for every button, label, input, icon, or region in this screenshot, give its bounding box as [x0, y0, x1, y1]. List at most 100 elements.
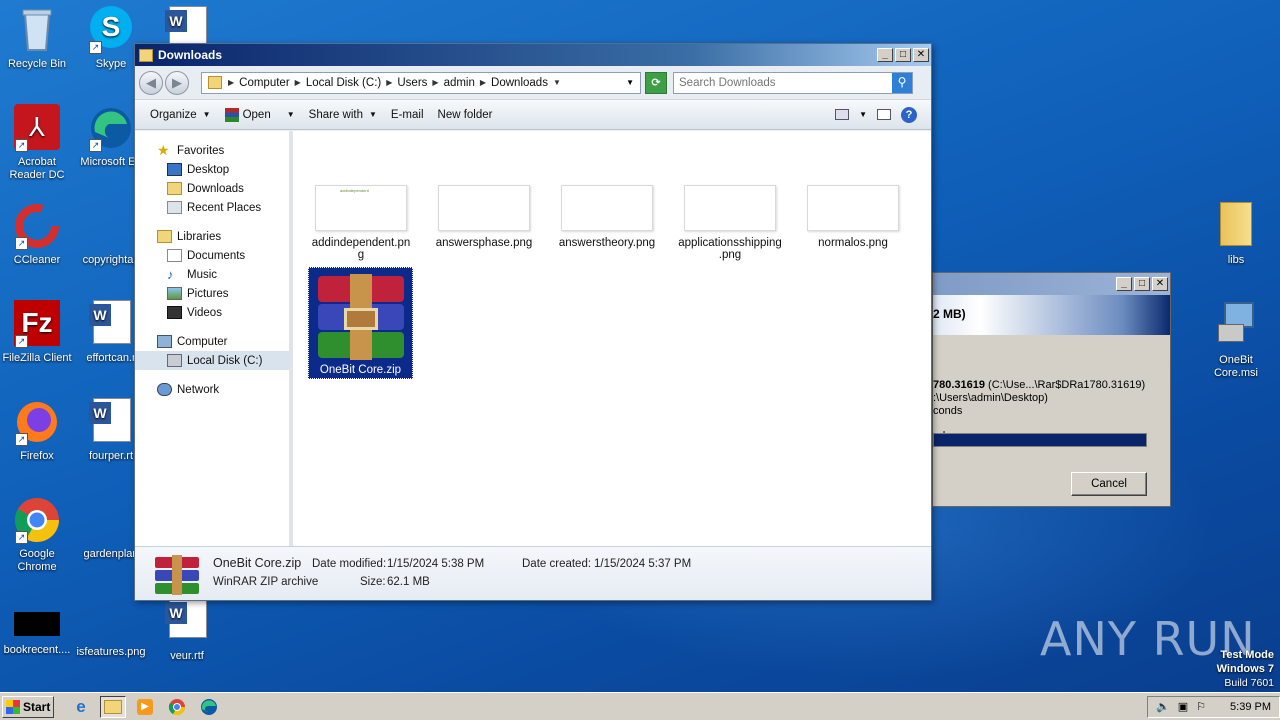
- chevron-right-icon: ▶: [432, 78, 439, 87]
- file-name: answerstheory.png: [558, 237, 656, 249]
- system-tray: 🔈 ▣ ⚐ 5:39 PM: [1147, 695, 1280, 718]
- breadcrumb-local-disk[interactable]: Local Disk (C:): [303, 77, 384, 89]
- desktop-icon-veur[interactable]: W veur.rtf: [150, 598, 224, 663]
- desktop-icon-filezilla[interactable]: Fz ↗ FileZilla Client: [0, 300, 74, 365]
- word-doc-icon: W: [163, 598, 211, 646]
- winrar-archive-icon: [314, 274, 408, 360]
- clock[interactable]: 5:39 PM: [1230, 701, 1271, 713]
- maximize-button[interactable]: □: [895, 48, 911, 62]
- dialog-progress-fill: [934, 434, 1146, 446]
- file-name: normalos.png: [818, 237, 888, 249]
- dialog-time-line: conds: [933, 405, 963, 417]
- dialog-archive-line: 780.31619 (C:\Use...\Rar$DRa1780.31619): [933, 379, 1170, 392]
- minimize-button[interactable]: _: [877, 48, 893, 62]
- desktop-icon-recycle-bin[interactable]: Recycle Bin: [0, 6, 74, 71]
- start-button[interactable]: Start: [2, 695, 54, 718]
- nav-label: Favorites: [177, 144, 225, 157]
- desktop-icon-libs[interactable]: libs: [1199, 202, 1273, 267]
- open-label: Open: [242, 108, 271, 121]
- nav-pictures[interactable]: Pictures: [135, 284, 289, 303]
- desktop-icon-firefox[interactable]: ↗ Firefox: [0, 398, 74, 463]
- nav-network[interactable]: Network: [135, 380, 289, 399]
- nav-videos[interactable]: Videos: [135, 303, 289, 322]
- back-button[interactable]: ◀: [139, 70, 163, 95]
- help-icon[interactable]: ?: [901, 106, 917, 123]
- window-titlebar[interactable]: Downloads _ □ ✕: [135, 44, 931, 66]
- taskbar-edge[interactable]: [196, 696, 222, 718]
- new-folder-button[interactable]: New folder: [431, 109, 500, 121]
- details-created-value: 1/15/2024 5:37 PM: [594, 558, 692, 570]
- taskbar-media-player[interactable]: ▶: [132, 696, 158, 718]
- pictures-icon: [167, 287, 182, 300]
- command-bar: Organize ▼ Open ▼ Share with ▼ E-mail New f…: [135, 100, 931, 130]
- file-item[interactable]: answersphase.png: [430, 185, 538, 249]
- taskbar-ie[interactable]: e: [68, 696, 94, 718]
- winrar-icon: [224, 107, 239, 122]
- breadcrumb-computer[interactable]: Computer: [236, 77, 293, 89]
- nav-recent-places[interactable]: Recent Places: [135, 198, 289, 217]
- test-mode-notice: Test Mode Windows 7 Build 7601: [1217, 648, 1274, 690]
- nav-libraries[interactable]: Libraries: [135, 227, 289, 246]
- desktop-icon-isfeatures[interactable]: isfeatures.png: [74, 594, 148, 659]
- dialog-maximize-button[interactable]: □: [1134, 277, 1150, 291]
- search-icon[interactable]: ⚲: [892, 72, 912, 93]
- nav-favorites[interactable]: ★ Favorites: [135, 141, 289, 160]
- refresh-button[interactable]: ⟳: [645, 71, 667, 94]
- chevron-right-icon: ▶: [386, 78, 393, 87]
- breadcrumb-downloads[interactable]: Downloads: [488, 77, 551, 89]
- details-filename: OneBit Core.zip: [213, 556, 302, 570]
- file-name: OneBit Core.zip: [319, 364, 402, 376]
- view-icon[interactable]: [835, 109, 850, 120]
- cancel-button[interactable]: Cancel: [1071, 472, 1147, 496]
- nav-downloads[interactable]: Downloads: [135, 179, 289, 198]
- file-item[interactable]: applicationsshipping .png: [676, 185, 784, 261]
- search-box[interactable]: ⚲: [673, 71, 913, 94]
- desktop-icon-chrome[interactable]: ↗ Google Chrome: [0, 496, 74, 574]
- breadcrumb-users[interactable]: Users: [394, 77, 430, 89]
- desktop-icon-label: CCleaner: [13, 254, 61, 266]
- network-icon: [157, 383, 172, 396]
- volume-icon[interactable]: 🔈: [1156, 700, 1170, 713]
- nav-computer[interactable]: Computer: [135, 332, 289, 351]
- chevron-down-icon[interactable]: ▼: [551, 78, 563, 87]
- breadcrumb-admin[interactable]: admin: [441, 77, 478, 89]
- share-with-button[interactable]: Share with ▼: [302, 109, 384, 121]
- nav-music[interactable]: ♪ Music: [135, 265, 289, 284]
- email-button[interactable]: E-mail: [384, 109, 431, 121]
- address-history-dropdown[interactable]: ▼: [620, 78, 640, 87]
- nav-label: Recent Places: [187, 201, 262, 214]
- chrome-icon: [168, 698, 186, 715]
- nav-documents[interactable]: Documents: [135, 246, 289, 265]
- dialog-minimize-button[interactable]: _: [1116, 277, 1132, 291]
- close-button[interactable]: ✕: [913, 48, 929, 62]
- open-button[interactable]: Open ▼: [218, 107, 302, 122]
- file-name: answersphase.png: [435, 237, 533, 249]
- file-item[interactable]: answerstheory.png: [553, 185, 661, 249]
- file-item[interactable]: normalos.png: [799, 185, 907, 249]
- hard-drive-icon: [167, 354, 182, 367]
- desktop-icon-bookrecent[interactable]: bookrecent....: [0, 612, 74, 657]
- desktop-icon-ccleaner[interactable]: ↗ CCleaner: [0, 202, 74, 267]
- recent-places-icon: [167, 201, 182, 214]
- desktop-icon-onebit-msi[interactable]: OneBit Core.msi: [1199, 300, 1273, 380]
- image-thumbnail: [684, 185, 776, 231]
- folder-icon: [1212, 202, 1260, 250]
- forward-button[interactable]: ▶: [165, 70, 189, 95]
- dialog-close-button[interactable]: ✕: [1152, 277, 1168, 291]
- address-bar[interactable]: ▶ Computer ▶ Local Disk (C:) ▶ Users ▶ a…: [201, 71, 641, 94]
- organize-button[interactable]: Organize ▼: [143, 109, 218, 121]
- action-center-flag-icon[interactable]: ⚐: [1196, 700, 1206, 713]
- preview-pane-icon[interactable]: [877, 109, 891, 120]
- search-input[interactable]: [674, 76, 892, 89]
- chevron-down-icon[interactable]: ▼: [859, 110, 867, 119]
- desktop-icon-acrobat[interactable]: ⅄ ↗ Acrobat Reader DC: [0, 104, 74, 182]
- explorer-window: Downloads _ □ ✕ ◀ ▶ ▶ Computer ▶ Local D…: [134, 43, 932, 601]
- taskbar-chrome[interactable]: [164, 696, 190, 718]
- file-item[interactable]: addindependent addindependent.pn g: [307, 185, 415, 261]
- file-item-selected[interactable]: OneBit Core.zip: [308, 267, 413, 379]
- installer-icon: [1212, 302, 1260, 350]
- nav-local-disk[interactable]: Local Disk (C:): [135, 351, 289, 370]
- taskbar-explorer[interactable]: [100, 695, 126, 718]
- network-icon[interactable]: ▣: [1178, 700, 1188, 713]
- nav-desktop[interactable]: Desktop: [135, 160, 289, 179]
